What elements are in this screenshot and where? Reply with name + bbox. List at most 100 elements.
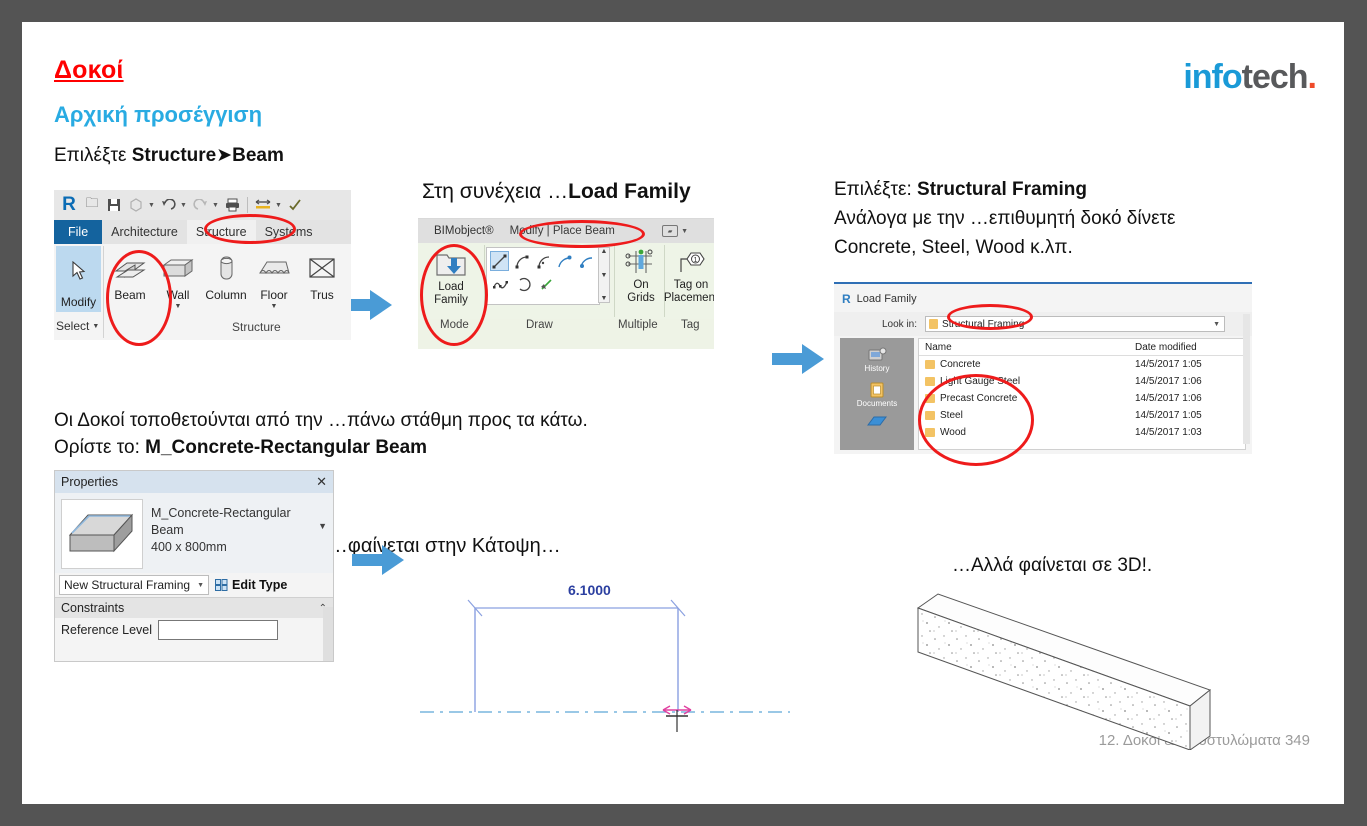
constraints-group-header[interactable]: Constraints ⌃: [55, 597, 333, 618]
tag-on-label-2: Placement: [663, 292, 714, 305]
open-icon[interactable]: 🗀: [82, 195, 102, 215]
redo-icon[interactable]: [190, 195, 210, 215]
wall-button-label: Wall: [166, 288, 190, 302]
save-icon[interactable]: [104, 195, 124, 215]
callout-3d-note: …Αλλά φαίνεται σε 3D!.: [952, 555, 1153, 576]
tab-architecture[interactable]: Architecture: [102, 220, 187, 244]
column-header-date[interactable]: Date modified: [1135, 342, 1245, 353]
folder-icon: [925, 394, 935, 403]
draw-tools-row-2: [487, 271, 599, 294]
folder-icon: [925, 411, 935, 420]
chevron-down-icon-lookin[interactable]: ▼: [1213, 321, 1220, 328]
places-label-history: History: [864, 364, 890, 373]
gallery-expand-icon[interactable]: ▼: [601, 295, 608, 302]
table-row[interactable]: Wood 14/5/2017 1:03: [919, 424, 1245, 441]
file-row-name-cell: Wood: [919, 427, 1135, 438]
file-list[interactable]: Name Date modified Concrete 14/5/2017 1:…: [918, 338, 1246, 450]
close-icon[interactable]: ✕: [316, 474, 327, 490]
beam-button[interactable]: Beam: [106, 248, 154, 312]
draw-arc-start-end-icon[interactable]: [512, 251, 531, 271]
chevron-down-icon-wall[interactable]: ▼: [175, 303, 182, 310]
chevron-down-icon-4[interactable]: ▼: [275, 202, 283, 209]
column-button[interactable]: Column: [202, 248, 250, 312]
logo-dot: .: [1307, 58, 1318, 96]
draw-tangent-arc-icon[interactable]: [555, 251, 574, 271]
table-row[interactable]: Light Gauge Steel 14/5/2017 1:06: [919, 373, 1245, 390]
ribbon-tab-bar: File Architecture Structure Systems: [54, 220, 351, 244]
chevron-down-icon-options[interactable]: ▼: [681, 228, 688, 235]
properties-title: Properties: [61, 475, 118, 489]
table-row[interactable]: Precast Concrete 14/5/2017 1:06: [919, 390, 1245, 407]
table-row[interactable]: Concrete 14/5/2017 1:05: [919, 356, 1245, 373]
panel-divider-2: [484, 245, 485, 317]
reference-level-input[interactable]: [158, 620, 279, 640]
display-options-icon[interactable]: ▰: [662, 225, 679, 237]
column-button-label: Column: [205, 288, 247, 302]
file-name: Steel: [940, 410, 963, 421]
table-row[interactable]: Steel 14/5/2017 1:05: [919, 407, 1245, 424]
select-dropdown[interactable]: Select ▼: [56, 314, 101, 338]
measure-icon[interactable]: [253, 195, 273, 215]
tab-systems[interactable]: Systems: [256, 220, 322, 244]
cursor-arrow-icon: [71, 246, 87, 295]
revit-r-logo-icon[interactable]: R: [58, 194, 80, 216]
modify-place-beam-tab[interactable]: Modify | Place Beam: [510, 225, 615, 237]
sync-icon[interactable]: [126, 195, 146, 215]
chevron-down-icon-select[interactable]: ▼: [92, 323, 99, 330]
truss-button-label: Trus: [310, 288, 334, 302]
load-family-icon: [434, 247, 468, 281]
type-name-line1: M_Concrete-Rectangular: [151, 506, 291, 520]
callout-right-line3: Concrete, Steel, Wood κ.λπ.: [834, 237, 1073, 258]
tab-structure[interactable]: Structure: [186, 220, 256, 244]
check-icon[interactable]: [285, 195, 305, 215]
chevron-down-icon-category[interactable]: ▼: [197, 582, 204, 589]
category-combo[interactable]: New Structural Framing ▼: [59, 575, 209, 595]
undo-icon[interactable]: [158, 195, 178, 215]
draw-ellipse-icon[interactable]: [513, 274, 533, 294]
on-grids-button[interactable]: On Grids: [618, 247, 664, 315]
places-item-extra[interactable]: [840, 412, 914, 432]
chevron-down-icon-1[interactable]: ▼: [148, 202, 156, 209]
modify-button[interactable]: Modify: [56, 246, 101, 312]
bimobject-tab[interactable]: BIMobject®: [434, 225, 494, 237]
floor-button[interactable]: Floor ▼: [250, 248, 298, 312]
properties-type-selector[interactable]: M_Concrete-Rectangular Beam 400 x 800mm …: [55, 493, 333, 573]
on-grids-label-2: Grids: [627, 292, 655, 305]
print-icon[interactable]: [222, 195, 242, 215]
column-header-name[interactable]: Name: [919, 342, 1135, 353]
wall-button[interactable]: Wall ▼: [154, 248, 202, 312]
file-date: 14/5/2017 1:06: [1135, 376, 1202, 387]
properties-type-name: M_Concrete-Rectangular Beam 400 x 800mm: [151, 499, 310, 567]
scroll-up-icon[interactable]: ▲: [601, 248, 608, 255]
draw-tools-row-1: [487, 248, 599, 271]
draw-arc-center-ends-icon[interactable]: [534, 251, 553, 271]
file-date: 14/5/2017 1:06: [1135, 393, 1202, 404]
draw-line-icon[interactable]: [490, 251, 509, 271]
draw-fillet-arc-icon[interactable]: [577, 251, 596, 271]
draw-pick-lines-icon[interactable]: [536, 274, 556, 294]
truss-button[interactable]: Trus: [298, 248, 346, 312]
dialog-scrollbar[interactable]: [1243, 314, 1250, 444]
tag-on-placement-button[interactable]: 1 Tag on Placement: [664, 247, 714, 315]
group-label-mode: Mode: [440, 319, 469, 331]
ribbon-options[interactable]: ▰ ▼: [662, 225, 688, 237]
reference-level-row: Reference Level: [55, 618, 333, 642]
places-item-documents[interactable]: Documents: [840, 379, 914, 408]
edit-type-label: Edit Type: [232, 578, 288, 592]
structure-group-label: Structure: [232, 320, 281, 334]
chevron-down-icon-3[interactable]: ▼: [212, 202, 220, 209]
edit-type-button[interactable]: Edit Type: [214, 578, 287, 592]
chevron-down-icon-floor[interactable]: ▼: [271, 303, 278, 310]
draw-gallery-scroller[interactable]: ▲ ▼ ▼: [598, 247, 610, 303]
load-family-button[interactable]: Load Family: [422, 247, 480, 315]
callout-sf-bold: Structural Framing: [917, 179, 1087, 200]
properties-scrollbar[interactable]: [323, 607, 333, 661]
chevron-down-icon-2[interactable]: ▼: [180, 202, 188, 209]
load-family-label-2: Family: [434, 294, 468, 307]
draw-spline-icon[interactable]: [490, 274, 510, 294]
tab-file[interactable]: File: [54, 220, 103, 244]
places-item-history[interactable]: History: [840, 344, 914, 373]
look-in-combo[interactable]: Structural Framing ▼: [925, 316, 1226, 332]
chevron-down-icon-type[interactable]: ▼: [318, 499, 327, 567]
scroll-down-icon[interactable]: ▼: [601, 272, 608, 279]
